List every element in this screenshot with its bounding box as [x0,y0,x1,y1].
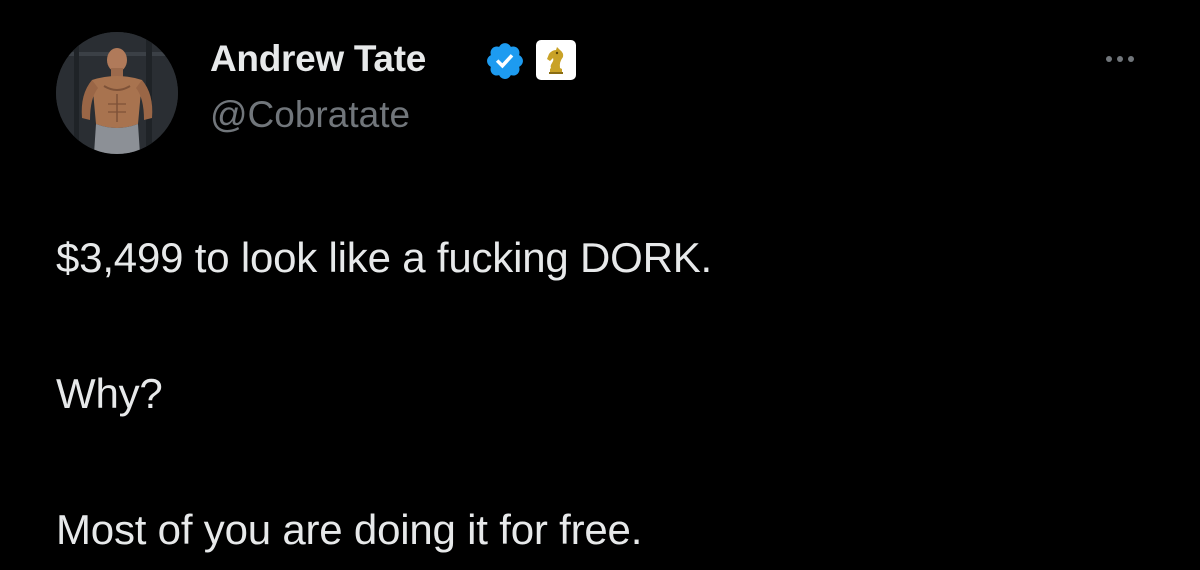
more-horizontal-icon [1117,56,1123,62]
more-options-button[interactable] [1092,44,1148,74]
tweet-text-line: Why? [56,370,163,417]
tweet: Andrew Tate @Cobratate $3,499 to look li… [0,0,1200,570]
avatar[interactable] [56,32,178,154]
tweet-text-line: $3,499 to look like a fucking DORK. [56,234,713,281]
more-horizontal-icon [1128,56,1134,62]
tweet-text-line: Most of you are doing it for free. [56,506,643,553]
chess-knight-icon [547,47,564,74]
verified-badge-icon[interactable] [484,40,526,82]
avatar-image [56,32,178,154]
affiliate-badge[interactable] [536,40,576,80]
author-name[interactable]: Andrew Tate [210,38,426,80]
author-handle[interactable]: @Cobratate [210,94,410,136]
more-horizontal-icon [1106,56,1112,62]
